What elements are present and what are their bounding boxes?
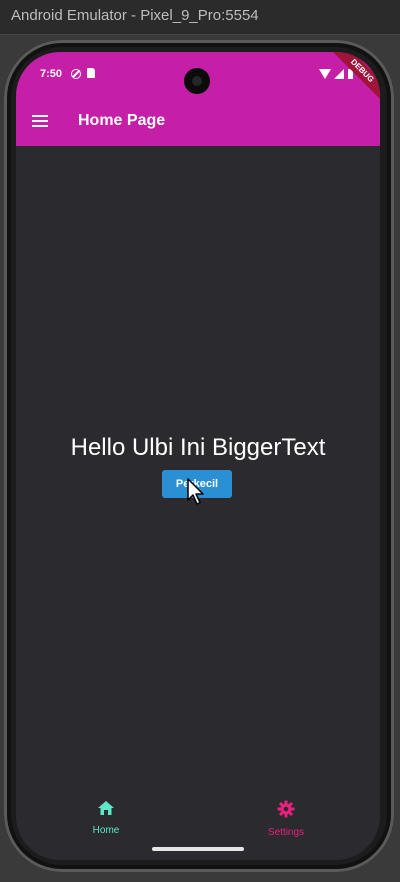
status-time: 7:50 <box>40 68 63 80</box>
menu-icon[interactable] <box>32 115 48 127</box>
greeting-text: Hello Ulbi Ini BiggerText <box>70 434 326 461</box>
nav-label-settings: Settings <box>267 827 305 838</box>
home-indicator[interactable] <box>152 847 244 851</box>
front-camera <box>184 68 210 94</box>
nav-label-home: Home <box>92 825 120 836</box>
phone-screen: 7:50 DEBUG Home Page Hello Ulbi Ini Bigg… <box>16 52 380 860</box>
wifi-icon <box>319 69 331 79</box>
nav-item-settings[interactable]: Settings <box>256 800 316 838</box>
app-bar: 7:50 DEBUG Home Page <box>16 52 380 146</box>
window-title: Android Emulator - Pixel_9_Pro:5554 <box>11 7 259 24</box>
home-icon <box>98 801 114 815</box>
main-content: Hello Ulbi Ini BiggerText Perkecil <box>16 146 380 860</box>
emulator-titlebar: Android Emulator - Pixel_9_Pro:5554 <box>0 0 400 35</box>
gear-icon <box>277 800 295 818</box>
page-title: Home Page <box>78 112 166 129</box>
sd-card-icon <box>87 68 95 78</box>
nav-item-home[interactable]: Home <box>76 800 136 836</box>
mouse-cursor-icon <box>187 478 204 505</box>
signal-icon <box>334 69 344 79</box>
dnd-icon <box>71 69 81 79</box>
